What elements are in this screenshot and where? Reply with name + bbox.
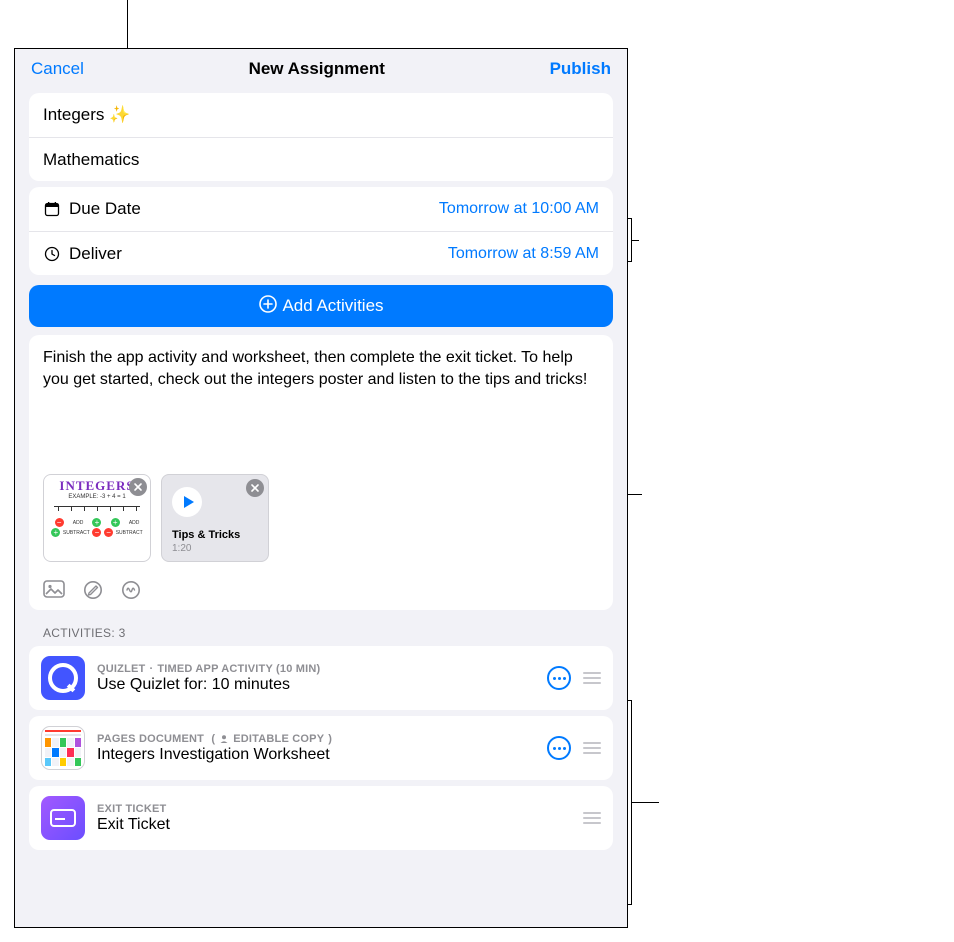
minus-dot-icon: − bbox=[104, 528, 113, 537]
activity-quizlet[interactable]: QUIZLET · TIMED APP ACTIVITY (10 MIN) Us… bbox=[29, 646, 613, 710]
assignment-title-text: Integers ✨ bbox=[43, 105, 130, 125]
instructions-text[interactable]: Finish the app activity and worksheet, t… bbox=[43, 347, 599, 390]
quizlet-app-icon bbox=[41, 656, 85, 700]
pages-document-icon bbox=[41, 726, 85, 770]
activity-type-label: EXIT TICKET bbox=[97, 803, 166, 815]
activity-more-button[interactable] bbox=[547, 666, 571, 690]
play-button[interactable] bbox=[172, 487, 202, 517]
drag-handle[interactable] bbox=[581, 670, 603, 686]
deliver-row[interactable]: Deliver Tomorrow at 8:59 AM bbox=[29, 231, 613, 275]
title-class-card: Integers ✨ Mathematics bbox=[29, 93, 613, 181]
remove-attachment-button[interactable] bbox=[246, 479, 264, 497]
ellipsis-icon bbox=[553, 677, 566, 680]
deliver-value: Tomorrow at 8:59 AM bbox=[448, 245, 599, 263]
activity-exit-ticket[interactable]: EXIT TICKET Exit Ticket bbox=[29, 786, 613, 850]
due-date-row[interactable]: Due Date Tomorrow at 10:00 AM bbox=[29, 187, 613, 231]
poster-attachment[interactable]: INTEGERS EXAMPLE: -3 + 4 = 1 − ADD + + A… bbox=[43, 474, 151, 562]
exit-ticket-icon bbox=[41, 796, 85, 840]
attachments-row: INTEGERS EXAMPLE: -3 + 4 = 1 − ADD + + A… bbox=[43, 474, 599, 562]
activity-title: Integers Investigation Worksheet bbox=[97, 746, 535, 764]
ellipsis-icon bbox=[553, 747, 566, 750]
close-paren: ) bbox=[328, 733, 332, 745]
activity-app-label: QUIZLET bbox=[97, 663, 145, 675]
class-field[interactable]: Mathematics bbox=[29, 137, 613, 181]
insert-image-button[interactable] bbox=[43, 580, 65, 600]
open-paren: ( bbox=[208, 733, 215, 745]
activity-more-button[interactable] bbox=[547, 736, 571, 760]
publish-button[interactable]: Publish bbox=[550, 59, 611, 79]
activity-type-label: PAGES DOCUMENT bbox=[97, 733, 204, 745]
poster-number-line bbox=[54, 506, 140, 516]
instructions-card: Finish the app activity and worksheet, t… bbox=[29, 335, 613, 610]
plus-dot-icon: + bbox=[51, 528, 60, 537]
clock-icon bbox=[43, 245, 61, 263]
rule-add-label: ADD bbox=[129, 520, 140, 526]
play-icon bbox=[184, 496, 194, 508]
calendar-icon bbox=[43, 200, 61, 218]
rule-subtract-label: SUBTRACT bbox=[63, 530, 90, 536]
editable-copy-label: EDITABLE COPY bbox=[233, 733, 324, 745]
assignment-title-field[interactable]: Integers ✨ bbox=[29, 93, 613, 137]
poster-example-text: EXAMPLE: -3 + 4 = 1 bbox=[48, 494, 146, 500]
rule-add-label: ADD bbox=[73, 520, 84, 526]
plus-circle-icon bbox=[258, 294, 278, 319]
cancel-button[interactable]: Cancel bbox=[31, 59, 84, 79]
annotation-line bbox=[631, 240, 639, 241]
page-title: New Assignment bbox=[249, 59, 385, 79]
separator-dot: · bbox=[149, 663, 153, 675]
due-date-value: Tomorrow at 10:00 AM bbox=[439, 200, 599, 218]
activity-type-label: TIMED APP ACTIVITY (10 MIN) bbox=[157, 663, 320, 675]
activities-header: ACTIVITIES: 3 bbox=[43, 626, 599, 640]
insert-drawing-button[interactable] bbox=[83, 580, 103, 600]
drag-handle[interactable] bbox=[581, 740, 603, 756]
activity-title: Exit Ticket bbox=[97, 816, 569, 834]
app-window: Cancel New Assignment Publish Integers ✨… bbox=[14, 48, 628, 928]
insert-audio-button[interactable] bbox=[121, 580, 141, 600]
activity-pages[interactable]: PAGES DOCUMENT ( EDITABLE COPY ) Integer… bbox=[29, 716, 613, 780]
add-activities-label: Add Activities bbox=[282, 296, 383, 316]
audio-name: Tips & Tricks bbox=[172, 529, 240, 541]
minus-dot-icon: − bbox=[55, 518, 64, 527]
audio-attachment[interactable]: Tips & Tricks 1:20 bbox=[161, 474, 269, 562]
deliver-label: Deliver bbox=[69, 244, 122, 264]
activity-title: Use Quizlet for: 10 minutes bbox=[97, 676, 535, 694]
drag-handle[interactable] bbox=[581, 810, 603, 826]
add-activities-button[interactable]: Add Activities bbox=[29, 285, 613, 327]
plus-dot-icon: + bbox=[111, 518, 120, 527]
media-toolbar bbox=[43, 580, 599, 600]
annotation-line bbox=[631, 802, 659, 803]
people-icon bbox=[219, 734, 229, 744]
audio-duration: 1:20 bbox=[172, 543, 191, 554]
plus-dot-icon: + bbox=[92, 518, 101, 527]
minus-dot-icon: − bbox=[92, 528, 101, 537]
schedule-card: Due Date Tomorrow at 10:00 AM Deliver To… bbox=[29, 187, 613, 275]
navbar: Cancel New Assignment Publish bbox=[15, 49, 627, 87]
due-date-label: Due Date bbox=[69, 199, 141, 219]
rule-subtract-label: SUBTRACT bbox=[116, 530, 143, 536]
class-text: Mathematics bbox=[43, 150, 139, 170]
